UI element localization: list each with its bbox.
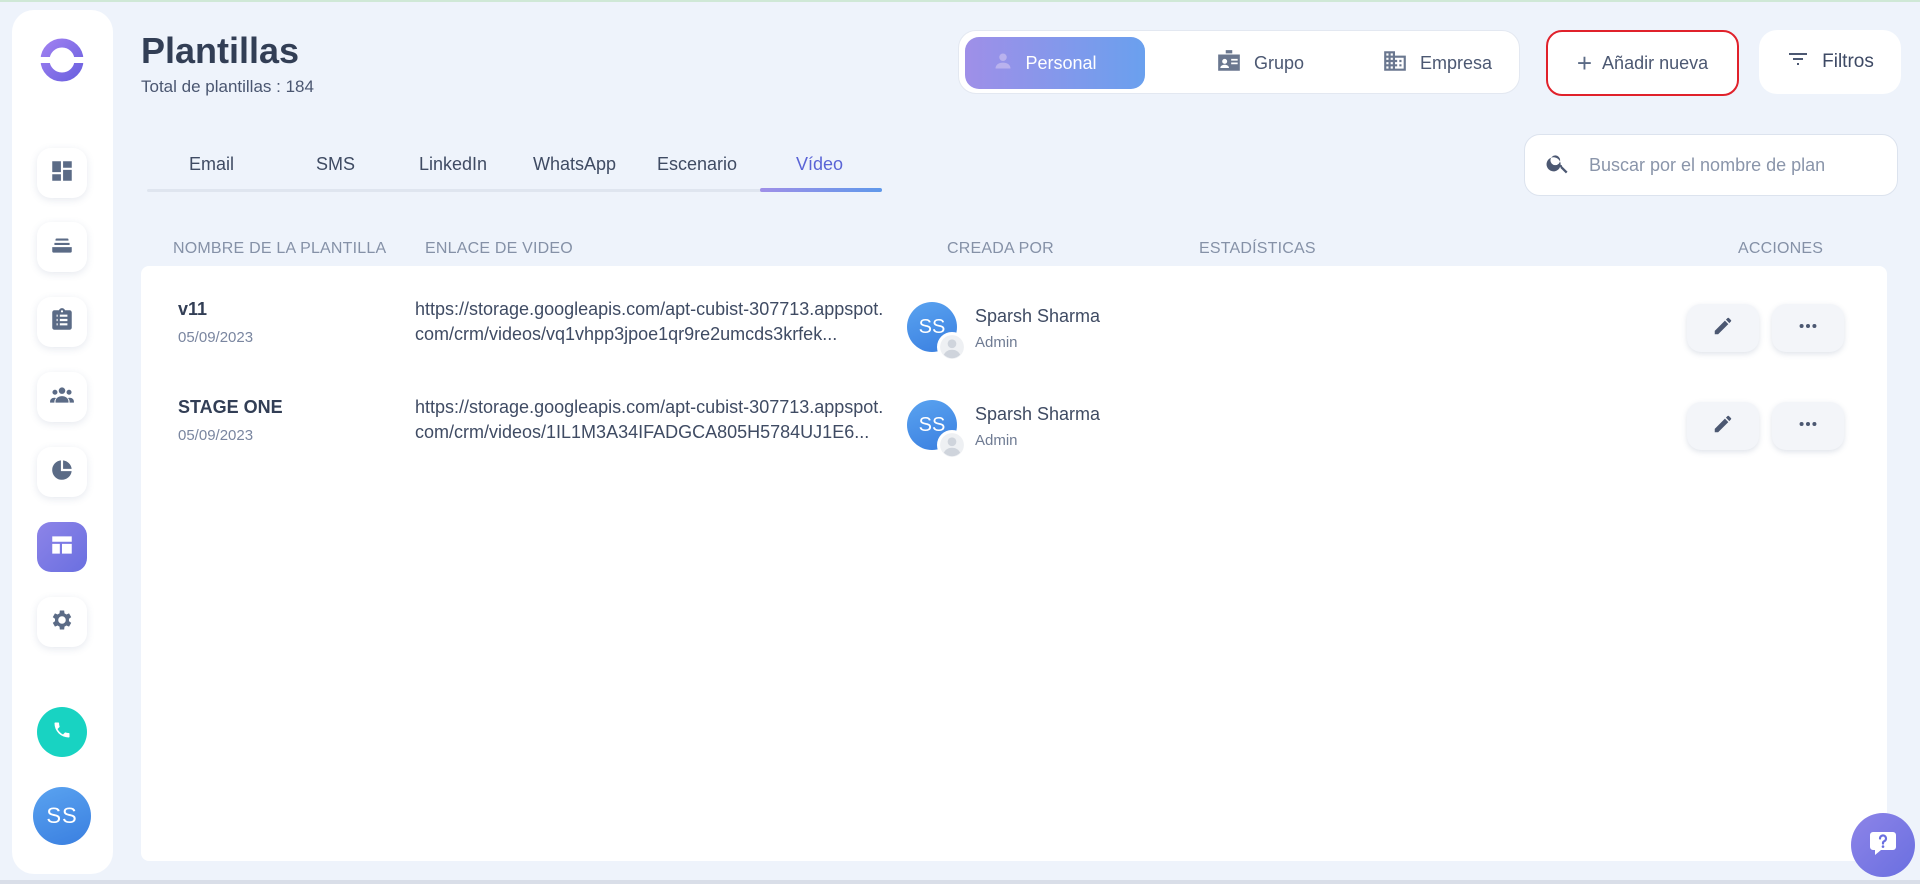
templates-table: v11 05/09/2023 https://storage.googleapi… [141, 266, 1887, 861]
scope-personal-button[interactable]: Personal [965, 37, 1145, 89]
tab-email[interactable]: Email [189, 154, 234, 175]
clipboard-icon [49, 307, 75, 338]
edit-button[interactable] [1687, 304, 1759, 352]
sidebar: SS [12, 10, 113, 874]
people-icon [49, 382, 75, 413]
scope-grupo-button[interactable]: Grupo [1185, 37, 1335, 89]
template-name: STAGE ONE [178, 397, 283, 417]
help-chat-button[interactable] [1851, 813, 1915, 877]
search-box [1524, 134, 1898, 196]
user-icon [993, 51, 1013, 76]
inbox-stack-icon [49, 232, 75, 263]
phone-icon [52, 720, 72, 745]
templates-icon [49, 532, 75, 563]
edit-button[interactable] [1687, 402, 1759, 450]
table-row[interactable]: STAGE ONE 05/09/2023 https://storage.goo… [141, 364, 1887, 462]
column-header-actions: ACCIONES [1738, 240, 1824, 257]
column-header-statistics: ESTADÍSTICAS [1199, 240, 1316, 257]
filters-label: Filtros [1822, 51, 1874, 72]
search-icon [1545, 150, 1571, 181]
app-logo[interactable] [38, 36, 86, 84]
building-icon [1382, 48, 1408, 79]
more-horizontal-icon [1797, 413, 1819, 440]
scope-grupo-label: Grupo [1253, 52, 1305, 73]
column-header-video-link: ENLACE DE VIDEO [425, 240, 573, 257]
video-link[interactable]: https://storage.googleapis.com/apt-cubis… [415, 297, 885, 347]
creator-role: Admin [975, 432, 1018, 449]
sidebar-item-dashboard[interactable] [37, 148, 87, 198]
template-date: 05/09/2023 [178, 329, 254, 346]
active-tab-indicator [760, 188, 882, 192]
scope-empresa-label: Empresa [1419, 52, 1493, 73]
templates-count: Total de plantillas : 184 [141, 77, 314, 96]
tab-whatsapp[interactable]: WhatsApp [533, 154, 616, 175]
filters-button[interactable]: Filtros [1759, 30, 1901, 94]
more-options-button[interactable] [1772, 402, 1844, 450]
search-input[interactable] [1589, 154, 1879, 176]
tab-video[interactable]: Vídeo [796, 154, 843, 175]
add-new-label: Añadir nueva [1602, 52, 1709, 73]
dashboard-icon [49, 158, 75, 189]
tab-escenario[interactable]: Escenario [657, 154, 737, 175]
more-horizontal-icon [1797, 315, 1819, 342]
column-header-name: NOMBRE DE LA PLANTILLA [173, 240, 387, 257]
channel-tabs: Email SMS LinkedIn WhatsApp Escenario Ví… [147, 150, 882, 194]
help-icon [1867, 827, 1899, 864]
template-name: v11 [178, 299, 208, 319]
pencil-icon [1712, 413, 1734, 440]
sidebar-item-templates[interactable] [37, 522, 87, 572]
sidebar-item-tasks[interactable] [37, 297, 87, 347]
user-placeholder-icon [937, 332, 967, 362]
sidebar-item-contacts[interactable] [37, 372, 87, 422]
sidebar-item-inbox[interactable] [37, 222, 87, 272]
template-date: 05/09/2023 [178, 427, 254, 444]
bottom-scrollbar[interactable] [0, 880, 1920, 884]
user-avatar[interactable]: SS [33, 787, 91, 845]
id-card-icon [1216, 48, 1242, 79]
pencil-icon [1712, 315, 1734, 342]
creator-role: Admin [975, 334, 1018, 351]
column-header-created-by: CREADA POR [947, 240, 1054, 257]
top-accent-line [0, 0, 1920, 2]
pie-chart-icon [49, 457, 75, 488]
sidebar-item-settings[interactable] [37, 597, 87, 647]
table-row[interactable]: v11 05/09/2023 https://storage.googleapi… [141, 266, 1887, 364]
scope-switcher: Personal Grupo Empresa [958, 30, 1520, 94]
more-options-button[interactable] [1772, 304, 1844, 352]
user-placeholder-icon [937, 430, 967, 460]
add-new-button[interactable]: + Añadir nueva [1546, 30, 1739, 96]
scope-empresa-button[interactable]: Empresa [1357, 37, 1517, 89]
phone-call-button[interactable] [37, 707, 87, 757]
page-title: Plantillas [141, 30, 300, 71]
tab-sms[interactable]: SMS [316, 154, 355, 175]
creator-name: Sparsh Sharma [975, 306, 1101, 326]
plus-icon: + [1576, 48, 1593, 78]
tab-linkedin[interactable]: LinkedIn [419, 154, 487, 175]
video-link[interactable]: https://storage.googleapis.com/apt-cubis… [415, 395, 885, 445]
gear-icon [49, 607, 75, 638]
scope-personal-label: Personal [1025, 52, 1097, 73]
sidebar-item-reports[interactable] [37, 447, 87, 497]
creator-name: Sparsh Sharma [975, 404, 1101, 424]
filter-icon [1786, 47, 1810, 77]
